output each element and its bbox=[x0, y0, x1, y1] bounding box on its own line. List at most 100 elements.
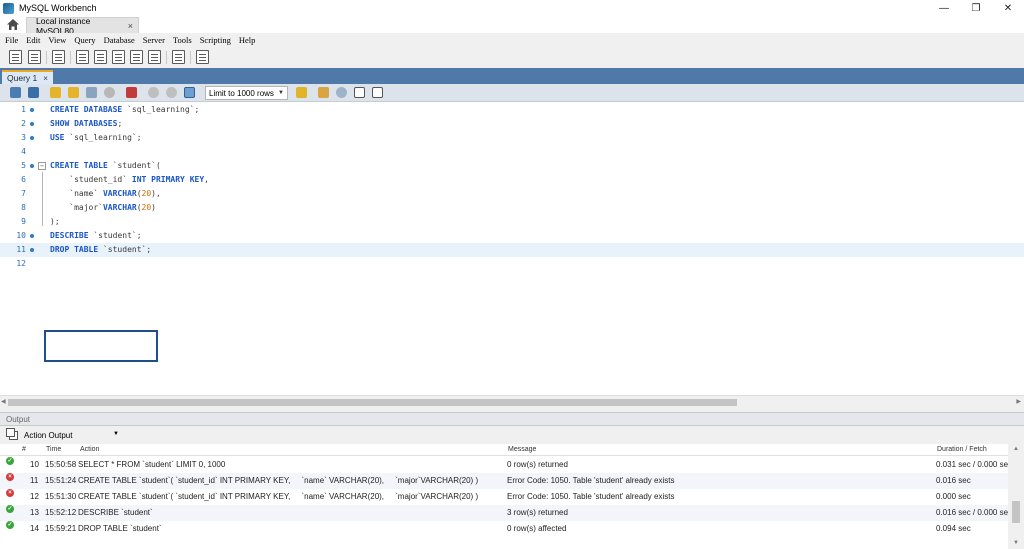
home-icon[interactable] bbox=[6, 18, 20, 31]
error-x-icon bbox=[6, 469, 14, 485]
open-file-icon[interactable] bbox=[10, 87, 21, 98]
scrollbar-thumb[interactable] bbox=[1012, 501, 1020, 523]
output-type-select[interactable]: Action Output ▼ bbox=[22, 429, 122, 442]
menu-help[interactable]: Help bbox=[239, 35, 256, 45]
editor-line[interactable]: 7 `name` VARCHAR(20), bbox=[0, 187, 1024, 201]
scrollbar-thumb[interactable] bbox=[8, 399, 737, 406]
error-x-icon bbox=[6, 485, 14, 501]
menu-server[interactable]: Server bbox=[143, 35, 165, 45]
output-row[interactable]: 12 15:51:30CREATE TABLE `student`( `stude… bbox=[0, 485, 1008, 505]
scroll-up-icon[interactable]: ▲ bbox=[1013, 446, 1019, 452]
statement-marker-icon bbox=[30, 164, 34, 168]
editor-line[interactable]: 5 − CREATE TABLE `student`( bbox=[0, 159, 1024, 173]
create-function-icon[interactable] bbox=[148, 50, 161, 64]
menu-query[interactable]: Query bbox=[74, 35, 95, 45]
editor-line[interactable]: 4 bbox=[0, 145, 1024, 159]
add-snippet-star-icon[interactable] bbox=[296, 87, 307, 98]
row-number: 13 bbox=[30, 508, 39, 517]
editor-line[interactable]: 1 CREATE DATABASE `sql_learning`; bbox=[0, 103, 1024, 117]
line-number: 12 bbox=[16, 259, 26, 268]
row-number: 14 bbox=[30, 524, 39, 533]
column-header-message[interactable]: Message bbox=[508, 446, 536, 453]
fold-toggle-icon[interactable]: − bbox=[38, 162, 46, 170]
row-duration: 0.000 sec bbox=[936, 492, 971, 501]
find-replace-icon[interactable] bbox=[336, 87, 347, 98]
row-time: 15:50:58 bbox=[45, 460, 77, 469]
column-header-num[interactable]: # bbox=[22, 446, 26, 453]
close-window-button[interactable]: ✕ bbox=[992, 0, 1024, 16]
close-query-tab-icon[interactable]: × bbox=[43, 74, 48, 83]
editor-line[interactable]: 9); bbox=[0, 215, 1024, 229]
code-token: USE bbox=[50, 133, 70, 142]
connection-tab[interactable]: Local instance MySQL80 × bbox=[26, 16, 139, 36]
code-text: CREATE DATABASE `sql_learning`; bbox=[50, 103, 199, 117]
menu-scripting[interactable]: Scripting bbox=[200, 35, 231, 45]
editor-line[interactable]: 6 `student_id` INT PRIMARY KEY, bbox=[0, 173, 1024, 187]
output-row[interactable]: 14 15:59:21DROP TABLE `student` 0 row(s) a… bbox=[0, 517, 1008, 537]
menu-database[interactable]: Database bbox=[104, 35, 135, 45]
open-sql-script-icon[interactable] bbox=[28, 50, 41, 64]
scroll-left-icon[interactable]: ◀ bbox=[1, 398, 6, 405]
column-header-time[interactable]: Time bbox=[46, 446, 61, 453]
output-row[interactable]: 11 15:51:24CREATE TABLE `student`( `stude… bbox=[0, 469, 1008, 489]
execute-lightning-icon[interactable] bbox=[50, 87, 61, 98]
output-panel-title: Output bbox=[6, 415, 31, 424]
column-header-duration[interactable]: Duration / Fetch bbox=[937, 446, 987, 453]
autocommit-toggle-icon[interactable] bbox=[184, 87, 195, 98]
commit-icon[interactable] bbox=[148, 87, 159, 98]
beautify-broom-icon[interactable] bbox=[318, 87, 329, 98]
editor-line[interactable]: 10 DESCRIBE `student`; bbox=[0, 229, 1024, 243]
code-text: `name` VARCHAR(20), bbox=[50, 187, 161, 201]
menu-edit[interactable]: Edit bbox=[26, 35, 40, 45]
editor-horizontal-scrollbar[interactable]: ◀ ▶ bbox=[0, 395, 1024, 408]
query-1-tab[interactable]: Query 1 × bbox=[2, 70, 53, 84]
stop-icon[interactable] bbox=[104, 87, 115, 98]
minimize-button[interactable]: — bbox=[928, 0, 960, 16]
output-type-value: Action Output bbox=[24, 431, 73, 440]
statement-marker-icon bbox=[30, 234, 34, 238]
code-token: DROP TABLE bbox=[50, 245, 103, 254]
reconnect-icon[interactable] bbox=[196, 50, 209, 64]
maximize-button[interactable]: ❐ bbox=[960, 0, 992, 16]
code-token: ); bbox=[50, 217, 60, 226]
menu-file[interactable]: File bbox=[5, 35, 18, 45]
invisible-chars-icon[interactable] bbox=[354, 87, 365, 98]
editor-line[interactable]: 3 USE `sql_learning`; bbox=[0, 131, 1024, 145]
sql-editor[interactable]: 1 CREATE DATABASE `sql_learning`; 2 SHOW DA… bbox=[0, 102, 1024, 395]
column-header-action[interactable]: Action bbox=[80, 446, 99, 453]
toggle-stop-on-error-icon[interactable] bbox=[126, 87, 137, 98]
explain-magnifier-icon[interactable] bbox=[86, 87, 97, 98]
new-sql-tab-icon[interactable] bbox=[9, 50, 22, 64]
scroll-down-icon[interactable]: ▼ bbox=[1013, 540, 1019, 546]
output-row[interactable]: 10 15:50:58SELECT * FROM `student` LIMIT … bbox=[0, 453, 1012, 473]
create-procedure-icon[interactable] bbox=[130, 50, 143, 64]
line-number: 9 bbox=[21, 217, 26, 226]
output-row[interactable]: 13 15:52:12DESCRIBE `student` 3 row(s) ret… bbox=[0, 501, 1012, 521]
menu-tools[interactable]: Tools bbox=[173, 35, 192, 45]
editor-line[interactable]: 2 SHOW DATABASES; bbox=[0, 117, 1024, 131]
editor-line[interactable]: 11 DROP TABLE `student`; bbox=[0, 243, 1024, 257]
rollback-icon[interactable] bbox=[166, 87, 177, 98]
editor-line[interactable]: 8 `major`VARCHAR(20) bbox=[0, 201, 1024, 215]
code-token: ; bbox=[146, 245, 152, 254]
create-view-icon[interactable] bbox=[112, 50, 125, 64]
close-tab-icon[interactable]: × bbox=[128, 21, 133, 31]
output-vertical-scrollbar[interactable]: ▲ ▼ bbox=[1008, 444, 1024, 549]
search-table-data-icon[interactable] bbox=[172, 50, 185, 64]
menu-view[interactable]: View bbox=[48, 35, 66, 45]
scroll-right-icon[interactable]: ▶ bbox=[1016, 398, 1021, 405]
create-schema-icon[interactable] bbox=[76, 50, 89, 64]
save-script-icon[interactable] bbox=[28, 87, 39, 98]
code-token: ; bbox=[136, 231, 142, 240]
main-toolbar bbox=[0, 46, 1024, 110]
editor-line[interactable]: 12 bbox=[0, 257, 1024, 271]
execute-current-statement-icon[interactable] bbox=[68, 87, 79, 98]
create-table-icon[interactable] bbox=[94, 50, 107, 64]
limit-rows-select[interactable]: Limit to 1000 rows ▼ bbox=[205, 86, 288, 100]
word-wrap-icon[interactable] bbox=[372, 87, 383, 98]
code-token: `sql_learning` bbox=[69, 133, 137, 142]
copy-icon[interactable] bbox=[6, 428, 18, 440]
code-token: ), bbox=[151, 189, 161, 198]
toolbar-separator bbox=[190, 51, 191, 64]
schema-inspector-icon[interactable] bbox=[52, 50, 65, 64]
